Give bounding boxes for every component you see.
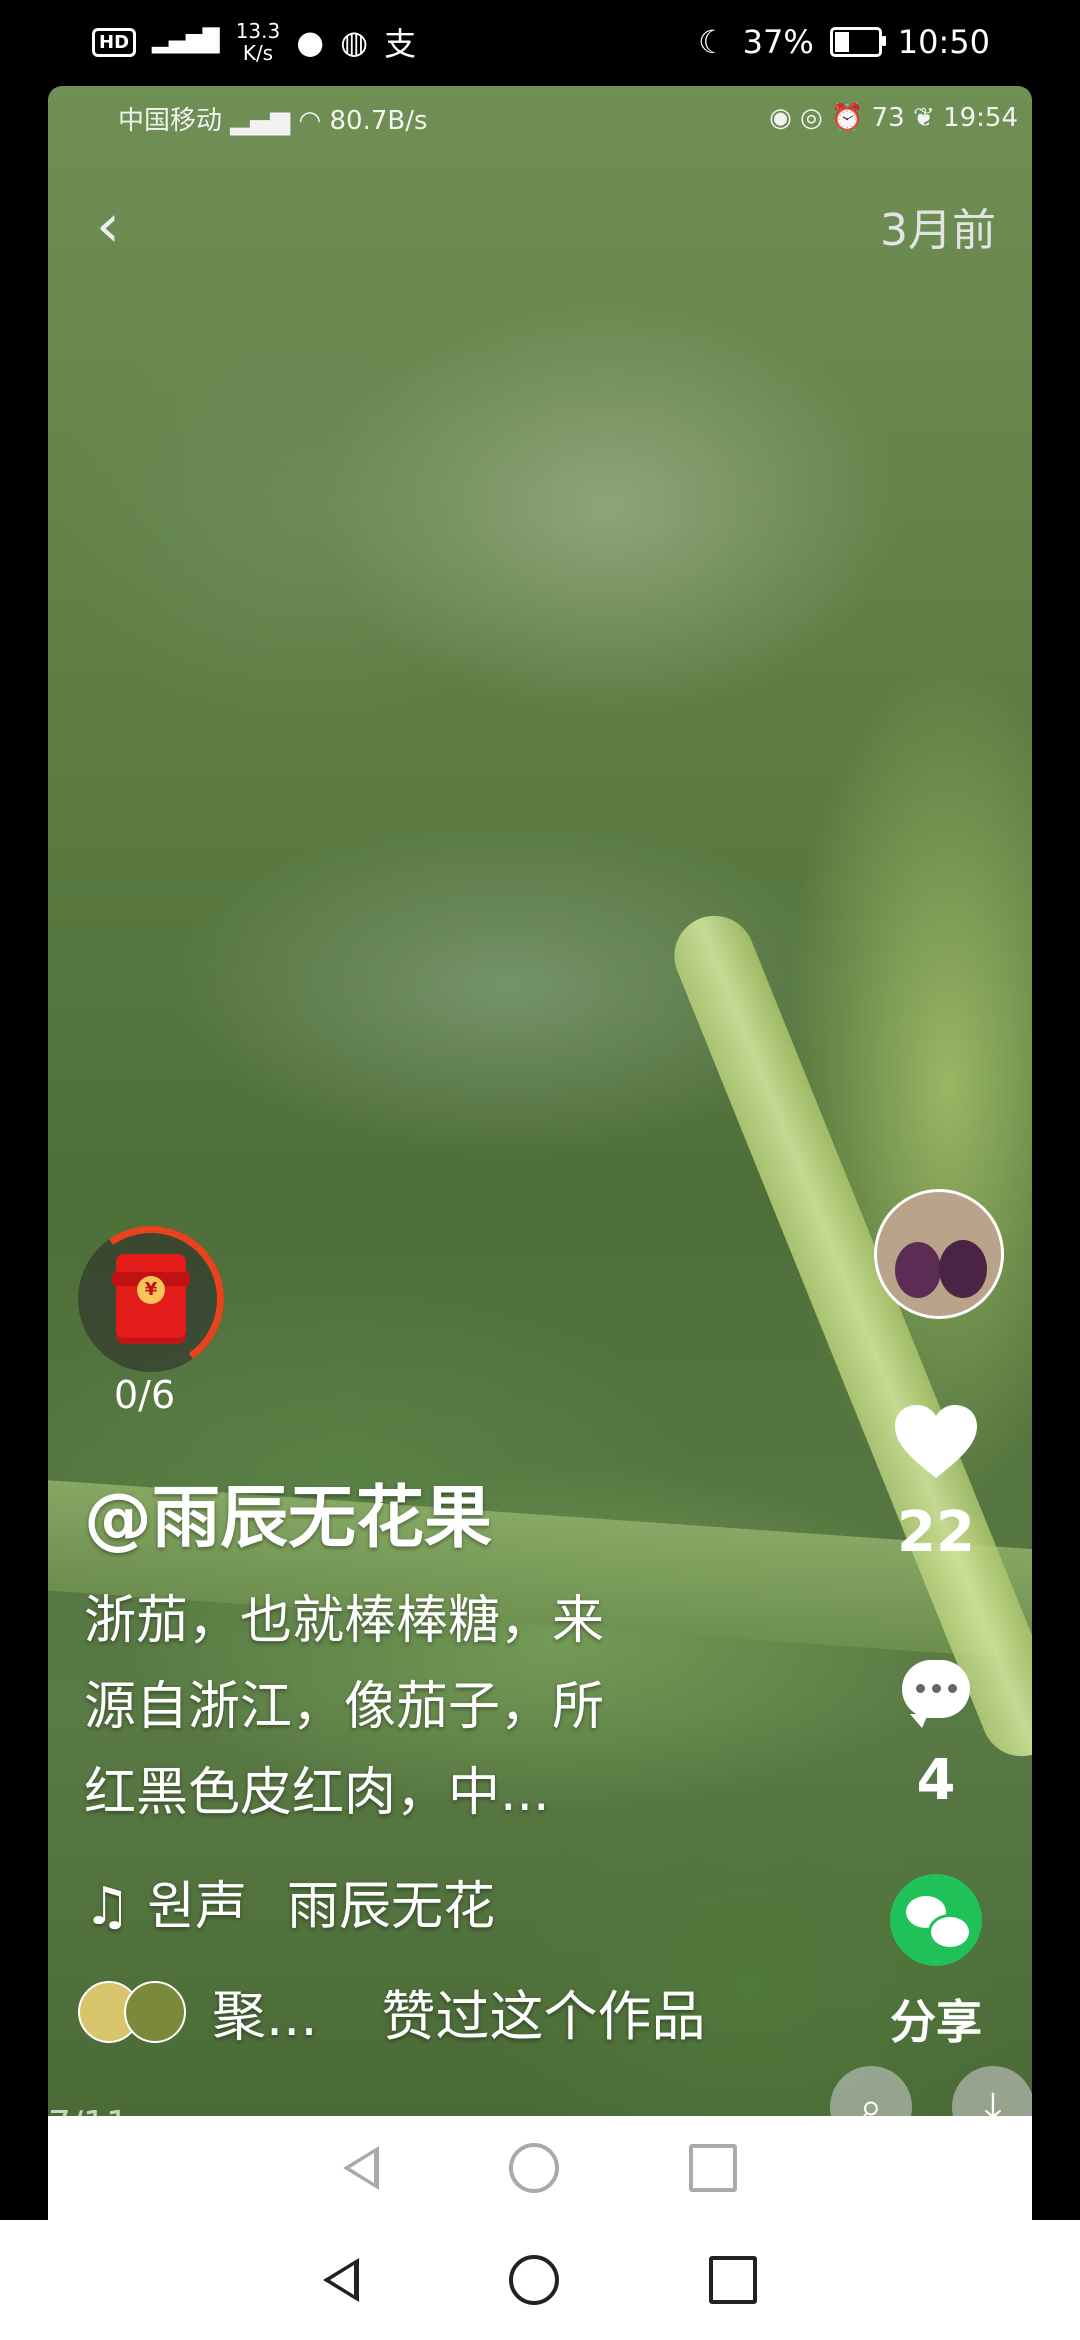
liker-name: 聚... (212, 1985, 318, 2048)
avatar-fig-right (939, 1240, 987, 1298)
net-speed-unit: K/s (242, 41, 274, 65)
moon-icon: ☾ (697, 23, 727, 61)
comment-count: 4 (916, 1748, 956, 1813)
like-count: 22 (897, 1500, 975, 1565)
like-button[interactable]: 22 (876, 1402, 996, 1565)
author-name[interactable]: @雨辰无花果 (84, 1462, 492, 1561)
media-view[interactable]: 中国移动 ▂▄▆ ◠ 80.7B/s ◉ ◎ ⏰ 73 ❦ 19:54 ‹ 3月… (48, 86, 1032, 2116)
status-bar: HD ▂▄▆█ 13.3 K/s ● ◍ 支 ☾ 37% 10:50 (0, 0, 1080, 84)
wechat-status-icon: ◍ (340, 23, 369, 61)
inner-clock: 19:54 (943, 103, 1018, 133)
liked-text: 赞过这个作品 (381, 1985, 706, 2048)
share-label: 分享 (890, 1995, 982, 2049)
back-button[interactable]: ‹ (78, 186, 138, 266)
red-packet-progress: 0/6 (114, 1373, 176, 1417)
post-time: 3月前 (880, 205, 996, 256)
inner-icons: ◉ ◎ ⏰ (769, 103, 872, 133)
wechat-icon (890, 1874, 982, 1966)
red-packet-icon: ¥ (112, 1254, 190, 1344)
avatar-fig-left (895, 1242, 941, 1298)
net-speed: 13.3 K/s (236, 20, 281, 64)
likers-row[interactable]: 聚... 赞过这个作品 (78, 1972, 706, 2051)
post-caption[interactable]: 浙茄，也就棒棒糖，来 源自浙江，像茄子，所 红黑色皮红肉，中... (84, 1578, 824, 1836)
inner-back-icon[interactable] (343, 2146, 379, 2190)
music-info[interactable]: ♫ 원声 雨辰无花 (84, 1864, 495, 1939)
inner-recents-icon[interactable] (689, 2144, 737, 2192)
nav-back-icon[interactable] (323, 2258, 359, 2302)
nav-home-icon[interactable] (509, 2255, 559, 2305)
heart-icon (895, 1405, 977, 1478)
red-packet-widget[interactable]: ¥ (66, 1214, 236, 1384)
download-icon: ⤓ (984, 2084, 1002, 2116)
music-owner: 雨辰无花 (287, 1877, 496, 1937)
scan-icon: ⌕ (859, 2084, 883, 2116)
back-icon: ‹ (96, 191, 120, 261)
status-right: ☾ 37% 10:50 (698, 23, 990, 61)
inner-nav-bar (48, 2116, 1032, 2220)
net-speed-value: 13.3 (235, 19, 281, 43)
caption-line: 红黑色皮红肉，中... (84, 1763, 550, 1823)
battery-icon (829, 27, 886, 57)
inner-status-bar: 中国移动 ▂▄▆ ◠ 80.7B/s ◉ ◎ ⏰ 73 ❦ 19:54 (118, 98, 1018, 138)
comment-icon (902, 1660, 970, 1728)
inner-home-icon[interactable] (509, 2143, 559, 2193)
message-icon: ● (296, 23, 325, 61)
red-packet-symbol: ¥ (137, 1276, 165, 1304)
author-avatar[interactable] (874, 1189, 1004, 1319)
music-source: ♫ 원声 (84, 1877, 247, 1937)
inner-speed: 80.7B/s (329, 105, 428, 136)
alipay-icon: 支 (384, 25, 417, 63)
status-left: HD ▂▄▆█ 13.3 K/s ● ◍ 支 (92, 19, 416, 65)
battery-percent: 37% (742, 23, 814, 61)
comment-button[interactable]: 4 (876, 1660, 996, 1813)
system-nav-bar (0, 2220, 1080, 2340)
share-button[interactable]: 分享 (876, 1874, 996, 2052)
liker-avatar (124, 1980, 186, 2043)
inner-signal-icon: ▂▄▆ ◠ (230, 105, 330, 136)
inner-battery: 73 (871, 103, 905, 133)
hd-icon: HD (92, 27, 137, 57)
nav-recents-icon[interactable] (709, 2256, 757, 2304)
inner-carrier: 中国移动 (118, 105, 223, 136)
scan-button[interactable]: ⌕ (830, 2066, 912, 2116)
signal-icon: ▂▄▆█ (152, 29, 220, 54)
caption-line: 浙茄，也就棒棒糖，来 (84, 1591, 605, 1651)
page-counter: 7/11 (48, 2104, 129, 2116)
caption-line: 源自浙江，像茄子，所 (84, 1677, 605, 1737)
clock: 10:50 (897, 23, 990, 61)
leaf-icon: ❦ (913, 103, 944, 133)
download-button[interactable]: ⤓ (952, 2066, 1032, 2116)
